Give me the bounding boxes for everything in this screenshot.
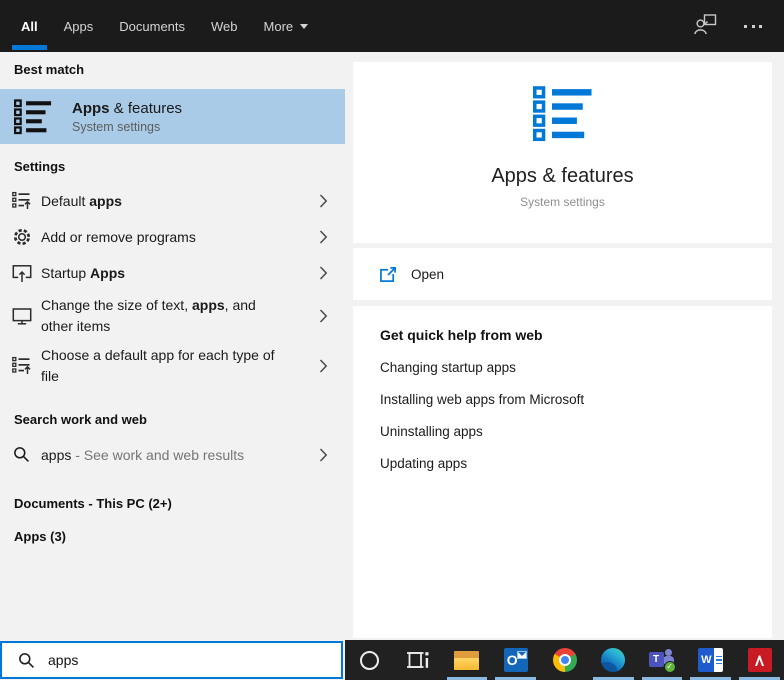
search-icon [17, 651, 36, 670]
taskbar: O T ✓ W [345, 640, 784, 680]
search-filter-bar: All Apps Documents Web More [0, 0, 784, 52]
word-icon[interactable]: W [686, 640, 735, 680]
windows-search-panel: All Apps Documents Web More [0, 0, 784, 680]
tab-all[interactable]: All [8, 0, 51, 52]
settings-item-default-apps[interactable]: Default apps [0, 183, 345, 219]
quick-help-header: Get quick help from web [380, 327, 745, 343]
chevron-right-icon [319, 448, 328, 462]
chevron-right-icon [319, 194, 328, 208]
open-external-icon [380, 266, 397, 283]
settings-item-add-remove-programs[interactable]: Add or remove programs [0, 219, 345, 255]
cortana-icon[interactable] [345, 640, 394, 680]
tab-documents[interactable]: Documents [106, 0, 198, 52]
apps-features-list-icon [533, 86, 593, 142]
settings-section-label: Settings [14, 159, 345, 174]
default-apps-list-icon [12, 356, 32, 376]
search-results-panel: Best match Apps & features System settin… [0, 52, 345, 680]
tab-more[interactable]: More [251, 0, 322, 52]
search-icon [12, 445, 32, 465]
edge-icon[interactable] [589, 640, 638, 680]
documents-section-label[interactable]: Documents - This PC (2+) [14, 496, 345, 511]
help-link-updating-apps[interactable]: Updating apps [380, 456, 745, 471]
chevron-down-icon [300, 24, 308, 29]
preview-panel: Apps & features System settings Open Get… [345, 52, 784, 680]
help-link-changing-startup-apps[interactable]: Changing startup apps [380, 360, 745, 375]
search-input-box[interactable] [0, 641, 343, 679]
search-web-section-label: Search work and web [14, 412, 345, 427]
chevron-right-icon [319, 230, 328, 244]
best-match-subtitle: System settings [72, 120, 182, 134]
apps-section-label[interactable]: Apps (3) [14, 529, 345, 544]
settings-item-change-size[interactable]: Change the size of text, apps, and other… [0, 291, 345, 341]
tab-web[interactable]: Web [198, 0, 251, 52]
task-view-icon[interactable] [394, 640, 443, 680]
gear-icon [12, 227, 32, 247]
active-tab-underline [12, 45, 47, 50]
teams-icon[interactable]: T ✓ [638, 640, 687, 680]
help-link-uninstalling-apps[interactable]: Uninstalling apps [380, 424, 745, 439]
open-label: Open [411, 267, 444, 282]
outlook-icon[interactable]: O [491, 640, 540, 680]
app-preview-card: Apps & features System settings [353, 62, 772, 243]
account-feedback-icon[interactable] [694, 13, 718, 40]
best-match-result[interactable]: Apps & features System settings [0, 89, 345, 144]
search-input[interactable] [48, 652, 308, 668]
acrobat-icon[interactable] [735, 640, 784, 680]
settings-item-choose-default-app[interactable]: Choose a default app for each type of fi… [0, 341, 345, 391]
chrome-icon[interactable] [540, 640, 589, 680]
search-web-result-row[interactable]: apps - See work and web results [0, 441, 345, 469]
chevron-right-icon [319, 309, 328, 323]
ellipsis-icon[interactable] [744, 25, 762, 28]
tab-all-label: All [21, 19, 38, 34]
tab-apps[interactable]: Apps [51, 0, 107, 52]
preview-subtitle: System settings [520, 195, 605, 209]
startup-monitor-icon [12, 263, 32, 283]
display-icon [12, 306, 32, 326]
apps-features-list-icon [14, 99, 52, 135]
file-explorer-icon[interactable] [443, 640, 492, 680]
preview-title: Apps & features [491, 165, 633, 188]
open-action-row[interactable]: Open [353, 248, 772, 300]
settings-item-startup-apps[interactable]: Startup Apps [0, 255, 345, 291]
chevron-right-icon [319, 359, 328, 373]
chevron-right-icon [319, 266, 328, 280]
help-link-installing-web-apps[interactable]: Installing web apps from Microsoft [380, 392, 745, 407]
best-match-title: Apps & features [72, 100, 182, 117]
default-apps-list-icon [12, 191, 32, 211]
best-match-section-label: Best match [14, 52, 345, 77]
quick-help-card: Get quick help from web Changing startup… [353, 306, 772, 638]
